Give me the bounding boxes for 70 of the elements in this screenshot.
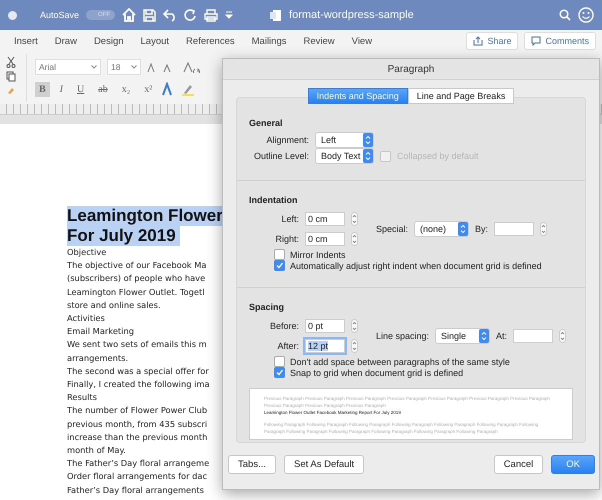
checkbox-label: Don't add space between paragraphs of the same style: [290, 356, 510, 366]
document-text-line: The second was a special offer for: [67, 364, 209, 378]
dialog-tab[interactable]: Line and Page Breaks: [408, 88, 514, 104]
ribbon-tab[interactable]: View: [352, 36, 372, 46]
outline-level-popup[interactable]: Body Text: [315, 148, 374, 164]
document-text-line: store and online sales.: [67, 298, 161, 312]
checkbox-label: Snap to grid when document grid is defined: [290, 368, 464, 378]
comments-button[interactable]: Comments: [524, 32, 596, 50]
section-heading: Spacing: [249, 302, 286, 312]
document-text-line: Activities: [67, 312, 105, 326]
section-heading: General: [249, 118, 284, 128]
line-spacing-popup[interactable]: Single: [435, 328, 490, 344]
field-label: Before:: [268, 321, 299, 331]
format-button[interactable]: U: [73, 82, 88, 96]
checkbox-label: Automatically adjust right indent when document grid is defined: [290, 260, 542, 270]
heading-text: For July 2019: [67, 226, 180, 246]
ribbon-tab[interactable]: Insert: [14, 36, 38, 46]
dialog-button[interactable]: Set As Default: [284, 455, 364, 474]
checkbox-label: Mirror Indents: [290, 250, 346, 260]
document-text-line: Father’s Day floral arrangements: [67, 484, 204, 497]
document-text-line: Email Marketing: [67, 325, 134, 338]
dialog-title: Paragraph: [388, 64, 434, 74]
dialog-button[interactable]: Cancel: [494, 455, 544, 474]
field-label: Outline Level:: [252, 151, 309, 161]
field-label: Left:: [280, 214, 299, 224]
document-text-line: Objective: [67, 246, 106, 259]
document-text-line: The number of Flower Power Club: [67, 404, 208, 418]
spacing-after-field[interactable]: 12 pt: [305, 339, 345, 353]
autosave-label: AutoSave: [40, 10, 80, 20]
document-text-line: arrangements.: [67, 352, 128, 365]
document-text-line: previous month, from 435 subscri: [67, 418, 208, 431]
document-text-line: The objective of our Facebook Ma: [67, 259, 206, 272]
alignment-popup[interactable]: Left: [315, 132, 374, 148]
document-text-line: Results: [67, 391, 97, 404]
share-button[interactable]: Share: [466, 32, 518, 50]
right-indent-field[interactable]: 0 cm: [305, 232, 345, 246]
ribbon-tab[interactable]: References: [186, 36, 235, 46]
special-popup[interactable]: (none): [414, 221, 470, 237]
format-button[interactable]: I: [56, 82, 68, 96]
document-text-line: month of May.: [67, 444, 126, 458]
font-dropdown[interactable]: Arial: [35, 59, 101, 75]
format-button[interactable]: x²: [140, 82, 156, 96]
document-text-line: (subscribers) of people who have: [67, 272, 206, 286]
field-label: Line spacing:: [376, 331, 430, 341]
document-text-line: Order floral arrangements for dac: [67, 470, 208, 484]
format-button[interactable]: B: [35, 82, 50, 96]
ribbon-tab[interactable]: Review: [304, 36, 335, 46]
document-text-line: We sent two sets of emails this m: [67, 338, 207, 352]
section-heading: Indentation: [249, 195, 298, 205]
format-button[interactable]: ab: [94, 82, 112, 96]
document-text-line: Leamington Flower Outlet. Togetl: [67, 286, 205, 299]
document-text-line: Finally, I created the following ima: [67, 378, 210, 392]
dialog-button[interactable]: Tabs...: [228, 455, 276, 474]
spacing-before-field[interactable]: 0 pt: [305, 319, 345, 333]
document-text-line: The Father’s Day floral arrangeme: [67, 457, 210, 470]
ribbon-tab[interactable]: Mailings: [252, 36, 286, 46]
field-label: By:: [475, 224, 488, 234]
field-label: Right:: [274, 234, 299, 244]
left-indent-field[interactable]: 0 cm: [305, 212, 345, 226]
document-title[interactable]: format-wordpress-sample: [289, 9, 414, 21]
field-label: At:: [496, 331, 508, 341]
format-button[interactable]: x₂: [118, 82, 134, 96]
ribbon-tab[interactable]: Design: [94, 36, 124, 46]
font-size-dropdown[interactable]: 18: [107, 59, 141, 75]
field-label: Special:: [376, 224, 408, 234]
document-text-line: increase than the previous month: [67, 430, 208, 444]
ribbon-tab[interactable]: Layout: [140, 36, 170, 46]
field-label: Alignment:: [265, 135, 309, 145]
field-label: After:: [276, 341, 299, 351]
ribbon-tab[interactable]: Draw: [54, 36, 77, 46]
